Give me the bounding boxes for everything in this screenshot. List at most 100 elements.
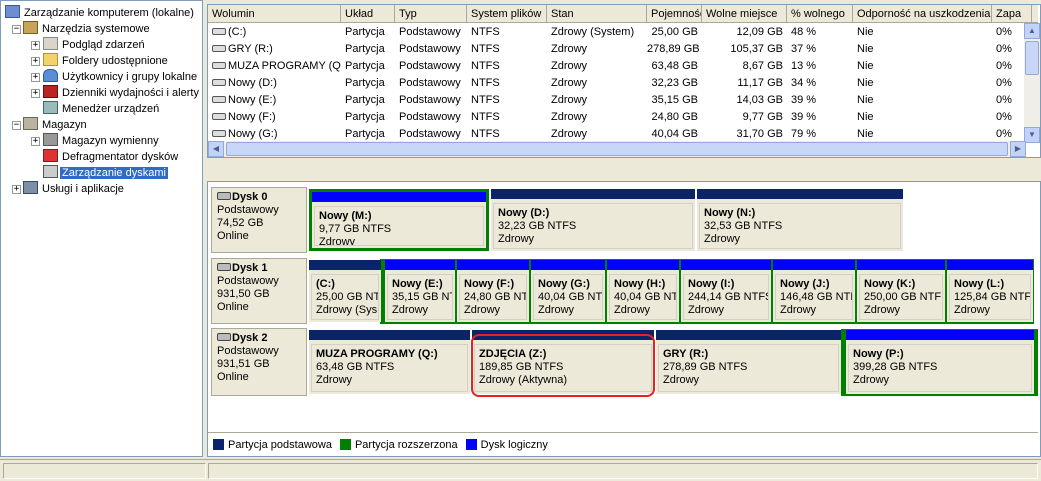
tree-item[interactable]: Użytkownicy i grupy lokalne	[43, 69, 199, 85]
table-row[interactable]: Nowy (F:) Partycja Podstawowy NTFS Zdrowy 24,…	[208, 109, 1026, 126]
cell-text: 37 %	[791, 43, 817, 55]
cell-text: Podstawowy	[399, 128, 461, 140]
table-cell: Zdrowy	[547, 58, 647, 75]
table-cell: 105,37 GB	[702, 41, 787, 58]
tree-item[interactable]: Magazyn wymienny	[43, 133, 161, 149]
cell-text: 0%	[996, 128, 1012, 140]
device-manager-icon	[43, 101, 58, 114]
cell-text: Zdrowy	[551, 77, 588, 89]
collapse-icon[interactable]: −	[12, 121, 21, 130]
tree-item[interactable]: Narzędzia systemowe	[23, 21, 152, 37]
vscroll-thumb[interactable]	[1025, 41, 1039, 75]
partition-block[interactable]: Nowy (F:) 24,80 GB NT Zdrowy	[457, 260, 529, 322]
tree-item-label: Zarządzanie komputerem (lokalne)	[24, 7, 194, 19]
disk-icon	[217, 333, 231, 341]
tree-item[interactable]: Menedżer urządzeń	[43, 101, 161, 117]
status-cell-2	[208, 463, 1038, 479]
partition-type-bar	[947, 260, 1033, 270]
scroll-right-button[interactable]: ▶	[1010, 141, 1026, 157]
column-header[interactable]: Wolumin	[208, 5, 341, 23]
tree-item-label: Podgląd zdarzeń	[62, 39, 145, 51]
partition-block[interactable]: Nowy (P:) 399,28 GB NTFS Zdrowy	[846, 330, 1034, 394]
tree-item[interactable]: Zarządzanie komputerem (lokalne)	[5, 5, 196, 21]
volume-list-vscrollbar[interactable]: ▲ ▼	[1024, 23, 1040, 143]
expand-icon[interactable]: +	[31, 137, 40, 146]
expand-icon[interactable]: +	[12, 185, 21, 194]
expand-icon[interactable]: +	[31, 41, 40, 50]
partition-block[interactable]: Nowy (D:) 32,23 GB NTFS Zdrowy	[491, 189, 695, 251]
partition-info: Nowy (L:) 125,84 GB NTF Zdrowy	[949, 274, 1031, 320]
column-header[interactable]: Odporność na uszkodzenia	[853, 5, 992, 23]
tree-item[interactable]: Foldery udostępnione	[43, 53, 170, 69]
partition-block[interactable]: Nowy (G:) 40,04 GB NT Zdrowy	[531, 260, 605, 322]
partition-name: Nowy (I:)	[688, 278, 735, 290]
column-header[interactable]: Pojemność	[647, 5, 702, 23]
partition-info: MUZA PROGRAMY (Q:) 63,48 GB NTFS Zdrowy	[311, 344, 468, 392]
partition-type-bar	[857, 260, 945, 270]
table-row[interactable]: Nowy (D:) Partycja Podstawowy NTFS Zdrowy 32,…	[208, 75, 1026, 92]
table-cell: Podstawowy	[395, 41, 467, 58]
partition-block[interactable]: Nowy (J:) 146,48 GB NTF Zdrowy	[773, 260, 855, 322]
tree-item[interactable]: Defragmentator dysków	[43, 149, 180, 165]
column-header[interactable]: Układ	[341, 5, 395, 23]
table-row[interactable]: MUZA PROGRAMY (Q:) Partycja Podstawowy NTFS…	[208, 58, 1026, 75]
table-cell: NTFS	[467, 41, 547, 58]
partition-block[interactable]: Nowy (I:) 244,14 GB NTFS Zdrowy	[681, 260, 771, 322]
partition-status: Zdrowy	[319, 236, 356, 246]
table-cell: 14,03 GB	[702, 92, 787, 109]
cell-text: 39 %	[791, 111, 817, 123]
scroll-up-button[interactable]: ▲	[1024, 23, 1040, 39]
console-tree: Zarządzanie komputerem (lokalne) − Narzędz…	[0, 0, 203, 457]
volume-list-hscrollbar[interactable]: ◀ ▶	[208, 141, 1026, 157]
event-viewer-icon	[43, 37, 58, 50]
expand-icon[interactable]: +	[31, 73, 40, 82]
column-header[interactable]: Wolne miejsce	[702, 5, 787, 23]
partition-size: 278,89 GB NTFS	[663, 361, 748, 373]
table-row[interactable]: Nowy (E:) Partycja Podstawowy NTFS Zdrowy 35,…	[208, 92, 1026, 109]
expand-icon[interactable]: +	[31, 89, 40, 98]
column-header[interactable]: Zapa	[992, 5, 1032, 23]
collapse-icon[interactable]: −	[12, 25, 21, 34]
tree-item[interactable]: Magazyn	[23, 117, 89, 133]
partition-type-bar	[773, 260, 855, 270]
partition-status: Zdrowy	[954, 304, 991, 316]
partition-block[interactable]: MUZA PROGRAMY (Q:) 63,48 GB NTFS Zdrowy	[309, 330, 470, 394]
partition-name: Nowy (L:)	[954, 278, 1005, 290]
column-header[interactable]: Typ	[395, 5, 467, 23]
partition-block[interactable]: Nowy (N:) 32,53 GB NTFS Zdrowy	[697, 189, 903, 251]
tree-item[interactable]: Zarządzanie dyskami	[43, 165, 168, 181]
cell-text: 34 %	[791, 77, 817, 89]
partition-name: Nowy (J:)	[780, 278, 830, 290]
partition-info: Nowy (N:) 32,53 GB NTFS Zdrowy	[699, 203, 901, 249]
partition-name: Nowy (K:)	[864, 278, 916, 290]
table-row[interactable]: (C:) Partycja Podstawowy NTFS Zdrowy (System…	[208, 24, 1026, 41]
column-header[interactable]: Stan	[547, 5, 647, 23]
partition-block[interactable]: GRY (R:) 278,89 GB NTFS Zdrowy	[656, 330, 841, 394]
tree-item[interactable]: Dzienniki wydajności i alerty	[43, 85, 201, 101]
tree-item-label: Menedżer urządzeń	[62, 103, 160, 115]
partition-block[interactable]: Nowy (L:) 125,84 GB NTF Zdrowy	[947, 260, 1033, 322]
partition-block[interactable]: Nowy (K:) 250,00 GB NTF Zdrowy	[857, 260, 945, 322]
disk-size: 931,50 GB	[217, 288, 270, 300]
column-header[interactable]: % wolnego	[787, 5, 853, 23]
partition-block[interactable]: Nowy (H:) 40,04 GB NT Zdrowy	[607, 260, 679, 322]
table-cell: 39 %	[787, 109, 853, 126]
partition-block[interactable]: Nowy (M:) 9,77 GB NTFS Zdrowy	[309, 189, 489, 251]
scroll-left-button[interactable]: ◀	[208, 141, 224, 157]
partition-block[interactable]: (C:) 25,00 GB NT Zdrowy (Sys	[309, 260, 381, 322]
expand-icon[interactable]: +	[31, 57, 40, 66]
hscroll-thumb[interactable]	[226, 142, 1008, 156]
cell-text: Zdrowy	[551, 60, 588, 72]
tree-item[interactable]: Podgląd zdarzeń	[43, 37, 147, 53]
cell-text: NTFS	[471, 77, 500, 89]
tree-item[interactable]: Usługi i aplikacje	[23, 181, 126, 197]
table-row[interactable]: GRY (R:) Partycja Podstawowy NTFS Zdrowy 278,…	[208, 41, 1026, 58]
partition-info: Nowy (F:) 24,80 GB NT Zdrowy	[459, 274, 527, 320]
table-cell: Nowy (E:)	[208, 92, 341, 109]
cell-text: 0%	[996, 26, 1012, 38]
legend-label: Partycja podstawowa	[228, 439, 332, 451]
partition-block[interactable]: Nowy (E:) 35,15 GB NT Zdrowy	[385, 260, 455, 322]
column-header[interactable]: System plików	[467, 5, 547, 23]
table-cell: Partycja	[341, 24, 395, 41]
scroll-down-button[interactable]: ▼	[1024, 127, 1040, 143]
